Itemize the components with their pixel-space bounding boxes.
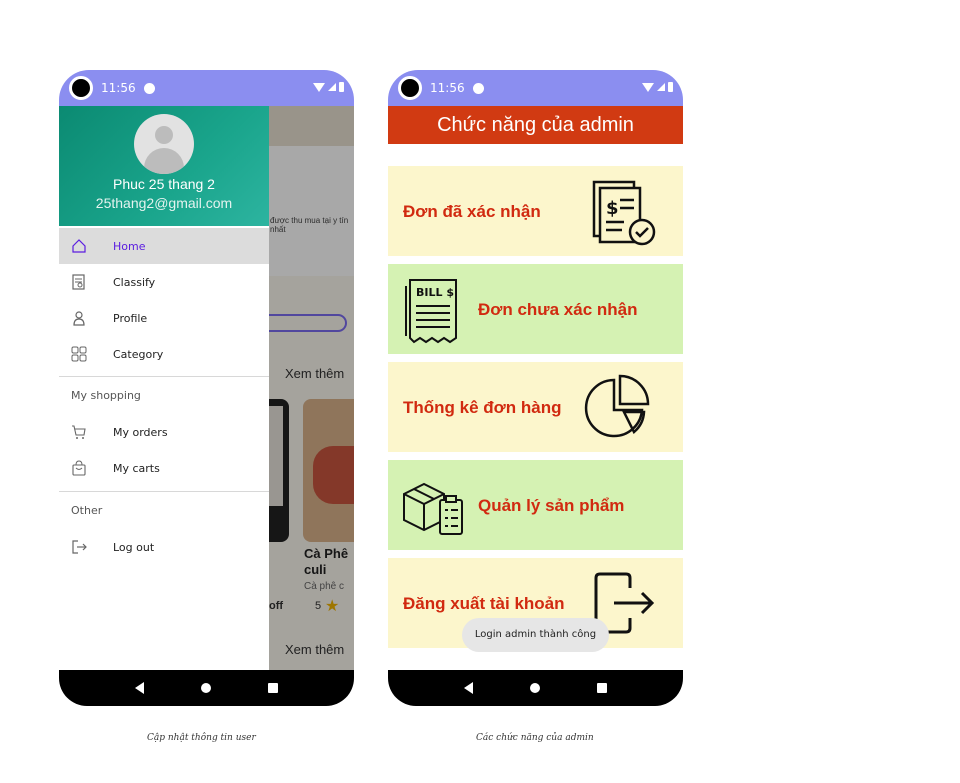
tile-label: Thống kê đơn hàng: [403, 398, 562, 417]
back-icon[interactable]: [464, 682, 474, 694]
status-indicators: [642, 82, 673, 92]
svg-text:BILL $: BILL $: [416, 286, 454, 299]
tile-label: Đơn đã xác nhận: [403, 202, 541, 221]
cart-icon: [72, 425, 86, 439]
divider: [59, 376, 269, 377]
drawer-item-label: Category: [113, 347, 164, 361]
pie-chart-icon: [584, 374, 650, 438]
recents-icon[interactable]: [267, 683, 278, 693]
status-time: 11:56: [430, 81, 465, 95]
tile-order-statistics[interactable]: Thống kê đơn hàng: [388, 362, 683, 452]
recents-icon[interactable]: [596, 683, 607, 693]
user-email: 25thang2@gmail.com: [95, 195, 233, 211]
product-box-icon: [403, 482, 463, 535]
drawer-item-label: Classify: [113, 275, 156, 289]
drawer-header: Phuc 25 thang 2 25thang2@gmail.com: [59, 106, 269, 226]
status-time: 11:56: [101, 81, 136, 95]
camera-hole: [69, 76, 93, 100]
wifi-icon: [642, 82, 654, 92]
divider: [59, 491, 269, 492]
toast-message: Login admin thành công: [462, 618, 609, 652]
user-name: Phuc 25 thang 2: [113, 176, 215, 192]
drawer-item-home[interactable]: Home: [59, 228, 269, 264]
battery-icon: [668, 82, 673, 92]
signal-icon: [657, 83, 665, 91]
drawer-item-label: My carts: [113, 461, 160, 475]
battery-icon: [339, 82, 344, 92]
confirmed-invoice-icon: $: [592, 180, 656, 246]
tile-unconfirmed-orders[interactable]: BILL $ Đơn chưa xác nhận: [388, 264, 683, 354]
avatar-body-shape: [144, 148, 184, 174]
drawer-item-profile[interactable]: Profile: [59, 300, 269, 336]
profile-icon: [73, 311, 85, 326]
right-phone-screen: 11:56 Chức năng của admin Đơn đã xác nhậ…: [388, 70, 683, 706]
left-phone-screen: 11:56 được thu mua tại y tín nhất Xem th…: [59, 70, 354, 706]
status-bar: 11:56: [388, 70, 683, 106]
system-navigation-bar: [59, 670, 354, 706]
section-title-my-shopping: My shopping: [71, 389, 141, 402]
category-icon: [71, 346, 87, 362]
tile-confirmed-orders[interactable]: Đơn đã xác nhận $: [388, 166, 683, 256]
tile-label: Đơn chưa xác nhận: [478, 300, 638, 319]
tile-label: Quản lý sản phẩm: [478, 496, 625, 515]
home-icon: [72, 239, 86, 253]
drawer-item-label: Log out: [113, 540, 155, 554]
svg-text:$: $: [606, 198, 619, 219]
drawer-item-classify[interactable]: Classify: [59, 264, 269, 300]
wifi-icon: [313, 82, 325, 92]
tile-product-management[interactable]: Quản lý sản phẩm: [388, 460, 683, 550]
logout-icon: [72, 540, 87, 554]
camera-hole: [398, 76, 422, 100]
notification-icon: [472, 82, 484, 94]
home-button-icon[interactable]: [529, 683, 540, 693]
drawer-item-log-out[interactable]: Log out: [59, 529, 269, 565]
classify-icon: [72, 274, 85, 290]
system-navigation-bar: [388, 670, 683, 706]
bill-icon: BILL $: [405, 279, 457, 344]
page-title: Chức năng của admin: [388, 106, 683, 144]
left-caption: Cập nhật thông tin user: [147, 733, 256, 743]
notification-icon: [143, 82, 155, 94]
status-bar: 11:56: [59, 70, 354, 106]
status-indicators: [313, 82, 344, 92]
section-title-other: Other: [71, 504, 103, 517]
admin-menu: Đơn đã xác nhận $ BILL $ Đơn chưa xác nh…: [388, 144, 683, 670]
home-button-icon[interactable]: [200, 683, 211, 693]
drawer-item-my-carts[interactable]: My carts: [59, 450, 269, 486]
drawer-item-category[interactable]: Category: [59, 336, 269, 372]
drawer-item-my-orders[interactable]: My orders: [59, 414, 269, 450]
avatar[interactable]: [134, 114, 194, 174]
tile-label: Đăng xuất tài khoản: [403, 594, 565, 613]
navigation-drawer: Phuc 25 thang 2 25thang2@gmail.com Home …: [59, 106, 269, 670]
right-caption: Các chức năng của admin: [476, 733, 594, 743]
signal-icon: [328, 83, 336, 91]
avatar-head-shape: [155, 126, 173, 144]
drawer-item-label: Home: [113, 239, 146, 253]
drawer-item-label: My orders: [113, 425, 168, 439]
back-icon[interactable]: [135, 682, 145, 694]
drawer-item-label: Profile: [113, 311, 148, 325]
bag-icon: [72, 460, 86, 476]
